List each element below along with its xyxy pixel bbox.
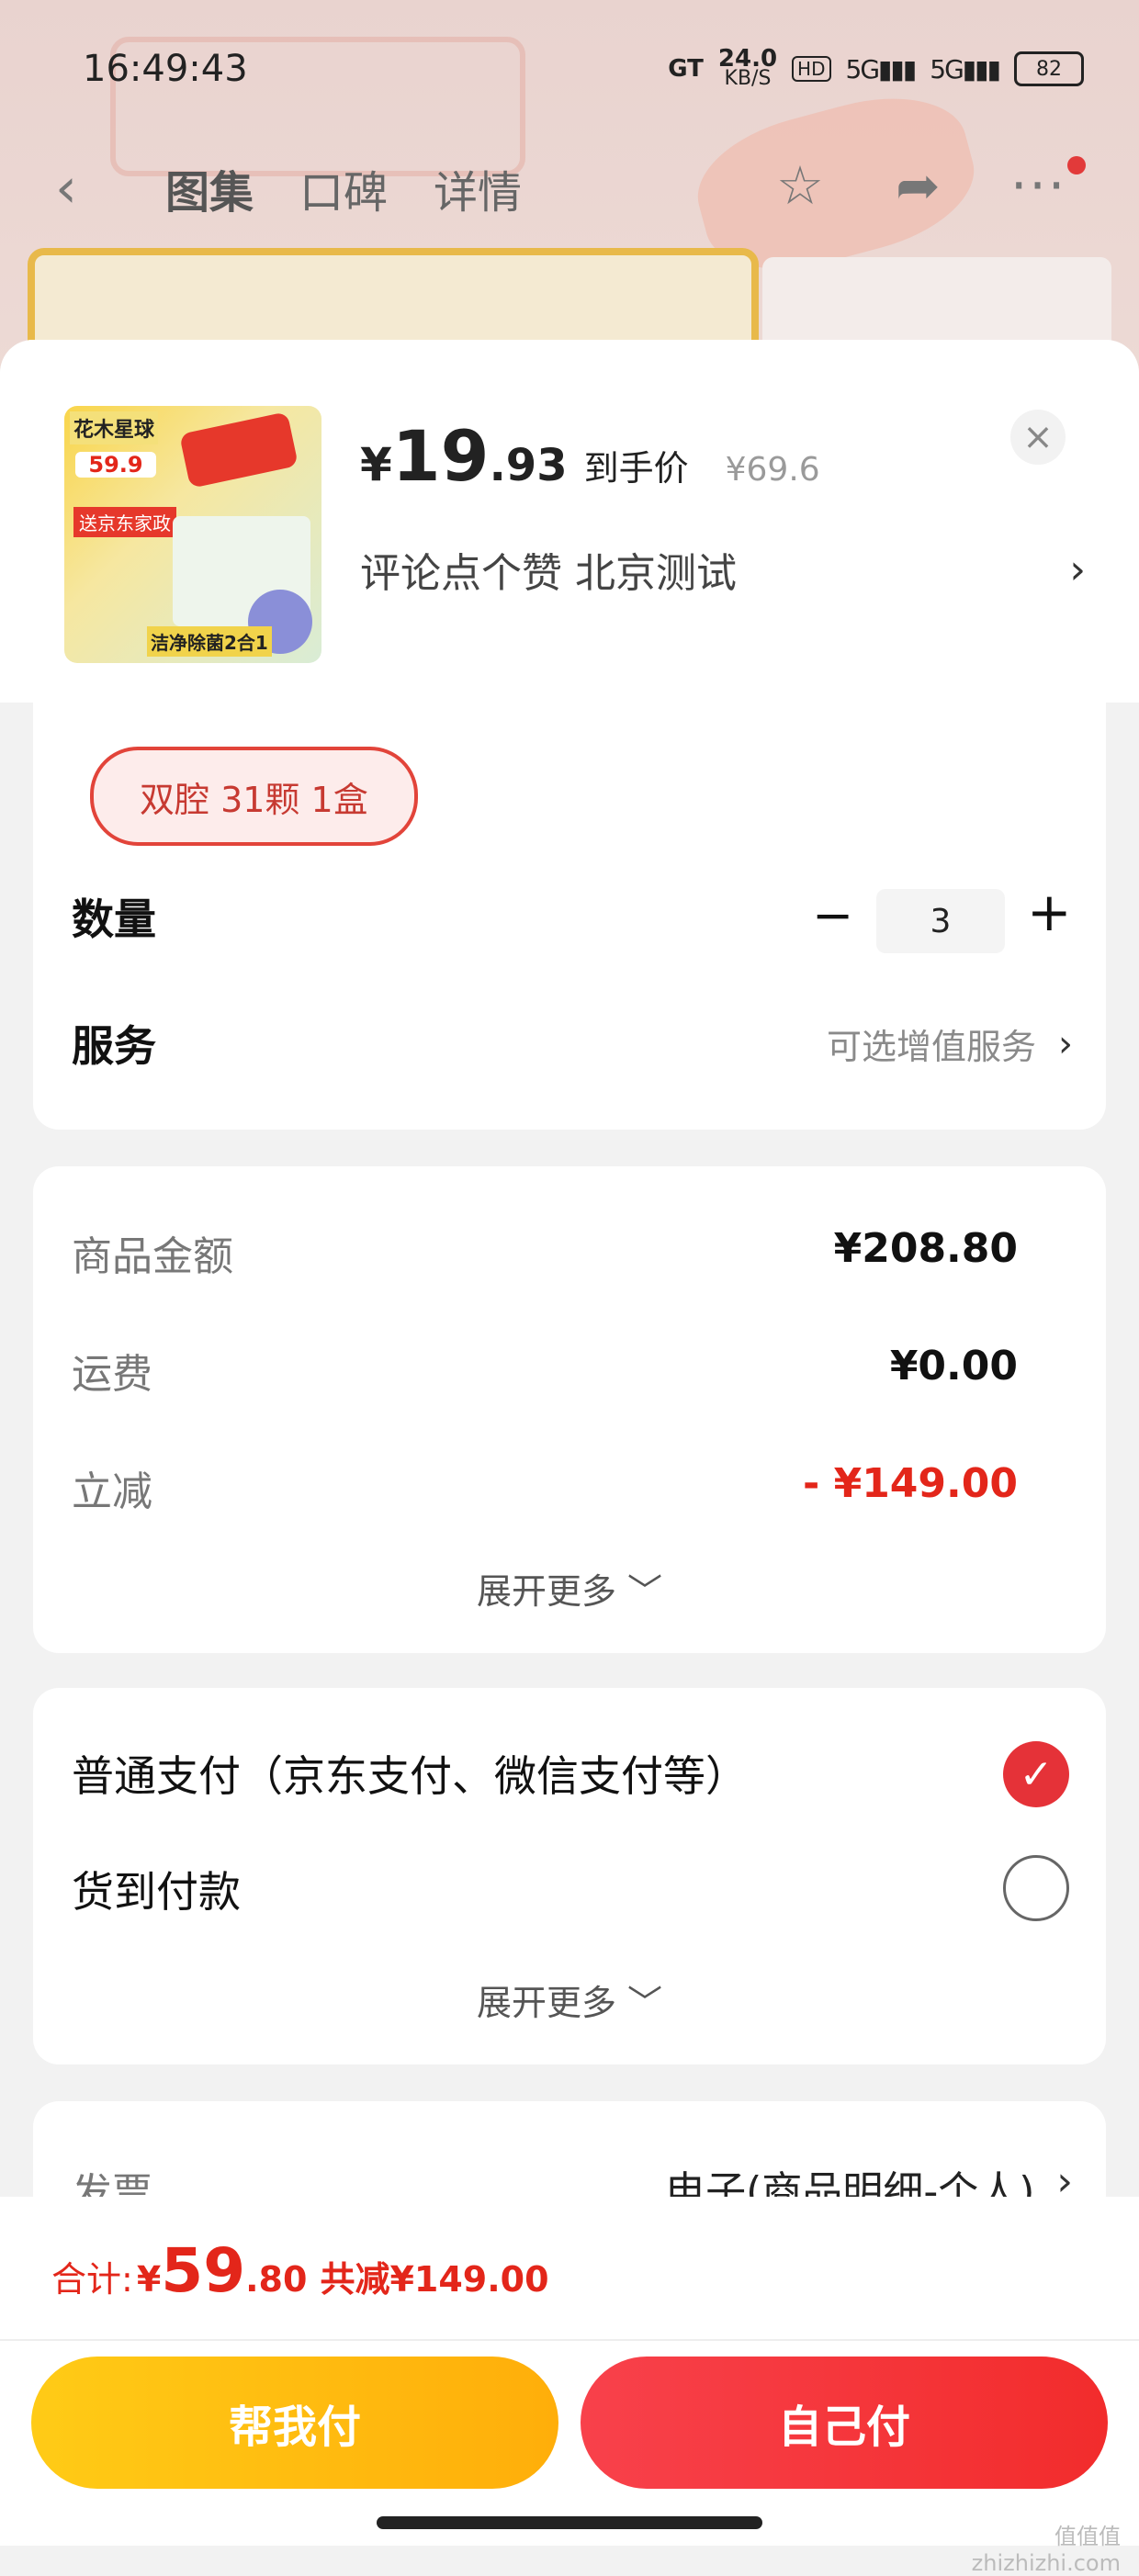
hd-icon: HD xyxy=(792,56,831,82)
thumb-price: 59.9 xyxy=(75,452,156,478)
signal-label-2: 5G xyxy=(930,53,964,84)
service-label: 服务 xyxy=(72,1021,156,1071)
product-thumbnail[interactable]: 花木星球 59.9 送京东家政 洁净除菌2合1 xyxy=(64,406,321,663)
chevron-right-icon: › xyxy=(1058,1022,1073,1065)
total-integer: 59 xyxy=(161,2235,246,2306)
tab-gallery[interactable]: 图集 xyxy=(165,156,254,220)
background-product-page: 16:49:43 GT 24.0 KB/S HD 5G▮▮▮ 5G▮▮▮ 82 … xyxy=(0,0,1139,386)
checkout-footer: 合计: ¥ 59 .80 共减¥149.00 帮我付 自己付 值值值 zhizh… xyxy=(0,2197,1139,2576)
nav-tabs: 图集 口碑 详情 xyxy=(165,156,522,220)
address-row[interactable]: 评论点个赞 北京测试 › xyxy=(360,540,1086,599)
plus-icon[interactable]: + xyxy=(1027,881,1072,943)
discount-value: - ¥149.00 xyxy=(803,1460,1018,1507)
thumb-bottom-label: 洁净除菌2合1 xyxy=(147,626,272,657)
total-currency: ¥ xyxy=(136,2259,162,2300)
shipping-value: ¥0.00 xyxy=(889,1343,1018,1389)
quantity-stepper[interactable]: 3 xyxy=(876,889,1005,953)
footer-divider xyxy=(0,2339,1139,2341)
tab-details[interactable]: 详情 xyxy=(434,156,522,220)
discount-label: 立减 xyxy=(72,1468,152,1515)
minus-icon[interactable]: − xyxy=(812,886,853,944)
status-time: 16:49:43 xyxy=(83,48,248,90)
gt-badge: GT xyxy=(668,55,704,83)
sheet-header: 花木星球 59.9 送京东家政 洁净除菌2合1 ¥ 19 .93 到手价 ¥69… xyxy=(0,340,1139,703)
product-navbar: ‹ 图集 口碑 详情 ☆ ➦ ··· xyxy=(0,138,1139,230)
signal-icon-2: 5G▮▮▮ xyxy=(930,53,1001,84)
network-speed: 24.0 KB/S xyxy=(717,45,778,90)
notification-dot xyxy=(1067,156,1086,174)
expand-more-link[interactable]: 展开更多 ﹀ xyxy=(33,1563,1106,1614)
price-decimal: .93 xyxy=(489,440,568,491)
shipping-label: 运费 xyxy=(72,1351,152,1398)
price-currency: ¥ xyxy=(360,438,392,491)
total-label: 合计: xyxy=(51,2259,133,2300)
price-summary-card: 商品金额 ¥208.80 运费 ¥0.00 立减 - ¥149.00 展开更多 … xyxy=(33,1166,1106,1653)
total-row: 合计: ¥ 59 .80 共减¥149.00 xyxy=(51,2235,549,2306)
star-icon[interactable]: ☆ xyxy=(776,154,824,217)
subtotal-label: 商品金额 xyxy=(72,1233,233,1280)
chevron-right-icon: › xyxy=(1069,546,1086,593)
total-saved: 共减¥149.00 xyxy=(320,2259,549,2300)
chevron-left-icon[interactable]: ‹ xyxy=(55,156,77,220)
help-pay-button[interactable]: 帮我付 xyxy=(31,2357,558,2489)
price-integer: 19 xyxy=(391,415,490,497)
service-value: 可选增值服务 xyxy=(826,1027,1036,1067)
self-pay-button[interactable]: 自己付 xyxy=(581,2357,1108,2489)
payment-option-online[interactable]: 普通支付（京东支付、微信支付等） xyxy=(72,1743,748,1804)
original-price: ¥69.6 xyxy=(725,451,820,489)
radio-unchecked[interactable] xyxy=(1003,1855,1069,1921)
close-icon: × xyxy=(1022,416,1054,458)
signal-label-1: 5G xyxy=(845,53,880,84)
total-decimal: .80 xyxy=(245,2259,308,2300)
signal-icon: 5G▮▮▮ xyxy=(845,53,918,84)
payment-method-card: 普通支付（京东支付、微信支付等） ✓ 货到付款 展开更多 ﹀ xyxy=(33,1688,1106,2064)
share-icon[interactable]: ➦ xyxy=(896,154,941,217)
spec-option-chip[interactable]: 双腔 31颗 1盒 xyxy=(90,747,418,846)
expand-more-link[interactable]: 展开更多 ﹀ xyxy=(33,1974,1106,2025)
address-text: 评论点个赞 北京测试 xyxy=(360,550,737,597)
network-speed-unit: KB/S xyxy=(724,67,772,90)
watermark: 值值值 zhizhizhi.com xyxy=(971,2524,1121,2576)
close-button[interactable]: × xyxy=(1010,410,1066,465)
spec-quantity-card: 双腔 31颗 1盒 数量 − 3 + 服务 可选增值服务 › xyxy=(33,703,1106,1130)
status-bar: 16:49:43 GT 24.0 KB/S HD 5G▮▮▮ 5G▮▮▮ 82 xyxy=(0,37,1139,101)
more-icon[interactable]: ··· xyxy=(1010,154,1066,217)
price-row: ¥ 19 .93 到手价 ¥69.6 xyxy=(360,415,820,497)
thumb-logo: 花木星球 xyxy=(70,411,159,444)
check-icon[interactable]: ✓ xyxy=(1003,1741,1069,1807)
payment-option-cod[interactable]: 货到付款 xyxy=(72,1859,241,1919)
service-selector[interactable]: 可选增值服务 › xyxy=(827,1018,1073,1069)
price-label: 到手价 xyxy=(583,448,689,489)
subtotal-value: ¥208.80 xyxy=(833,1225,1018,1272)
tab-reviews[interactable]: 口碑 xyxy=(299,156,388,220)
quantity-label: 数量 xyxy=(72,894,156,944)
thumb-tag: 送京东家政 xyxy=(73,507,176,537)
thumb-burst xyxy=(179,411,299,489)
network-speed-value: 24.0 xyxy=(717,45,778,73)
status-icons: GT 24.0 KB/S HD 5G▮▮▮ 5G▮▮▮ 82 xyxy=(668,46,1084,92)
battery-icon: 82 xyxy=(1014,51,1084,86)
home-indicator[interactable] xyxy=(377,2516,762,2529)
